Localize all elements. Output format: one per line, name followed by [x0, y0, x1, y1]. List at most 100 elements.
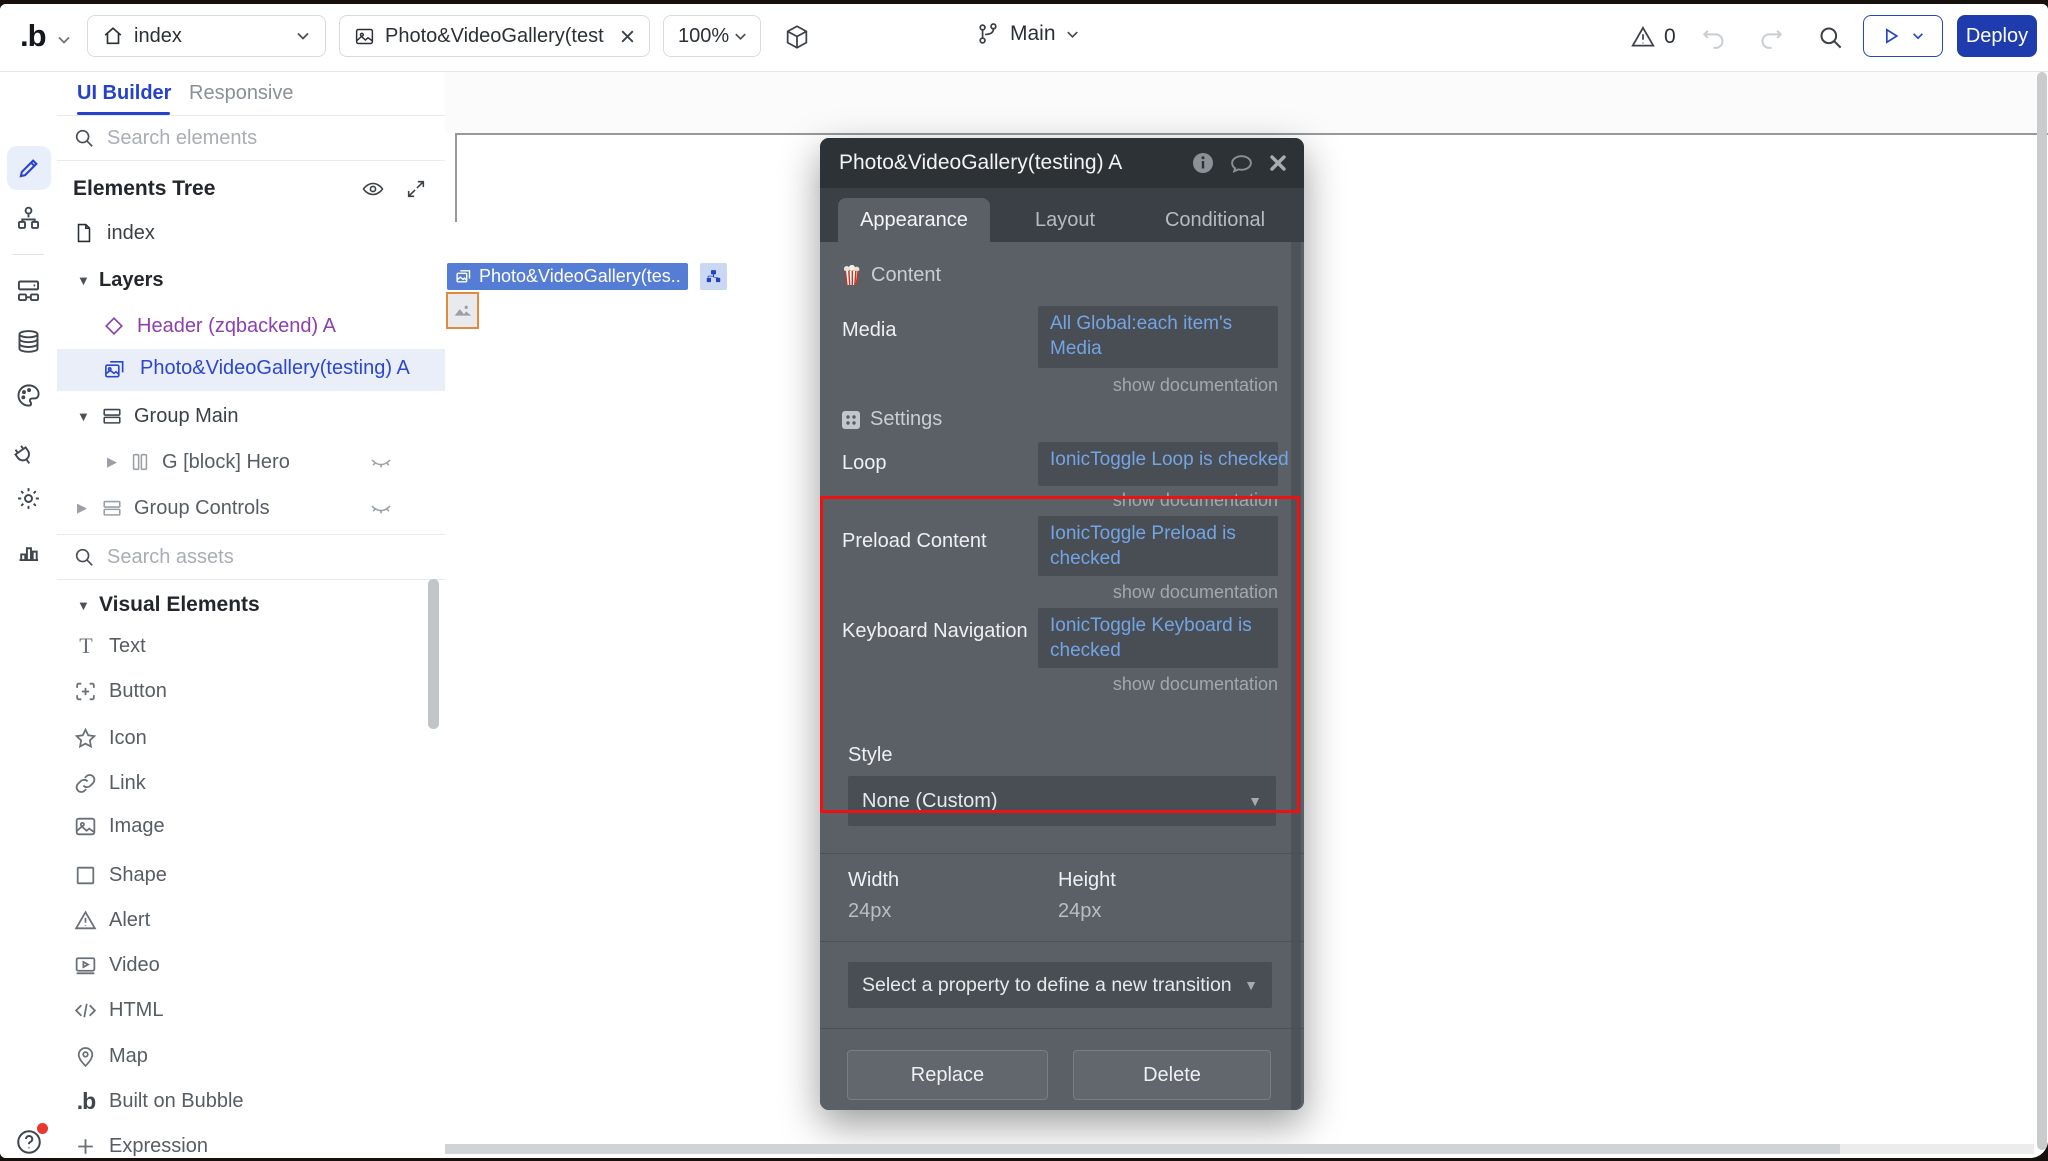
- loop-value-field[interactable]: IonicToggle Loop is checked: [1038, 442, 1278, 486]
- rail-logs-tab[interactable]: [0, 537, 57, 564]
- popup-body: Content Media All Global:each item's Med…: [820, 242, 1304, 1110]
- tab-ui-builder[interactable]: UI Builder: [77, 82, 171, 105]
- media-doc-link[interactable]: show documentation: [1038, 375, 1278, 396]
- asset-item-html[interactable]: HTML: [57, 989, 445, 1031]
- asset-item-built-on-bubble[interactable]: .b Built on Bubble: [57, 1080, 445, 1122]
- popup-tab-label: Appearance: [860, 209, 968, 232]
- help-icon: [14, 1127, 44, 1157]
- tree-item-gallery-selected[interactable]: Photo&VideoGallery(testing) A: [57, 349, 445, 391]
- asset-item-expression[interactable]: Expression: [57, 1125, 445, 1158]
- branch-selector[interactable]: Main: [975, 21, 1080, 47]
- shape-icon: [73, 863, 98, 888]
- divider: [820, 941, 1304, 942]
- tree-item-index[interactable]: index: [57, 212, 445, 254]
- canvas-margin-area: [445, 72, 2048, 133]
- image-icon: [73, 814, 98, 839]
- asset-item-link[interactable]: Link: [57, 762, 445, 804]
- tab-responsive[interactable]: Responsive: [189, 82, 294, 105]
- asset-item-icon[interactable]: Icon: [57, 717, 445, 759]
- undo-button[interactable]: [1700, 24, 1727, 51]
- rail-design-tab[interactable]: [7, 146, 51, 190]
- asset-item-text[interactable]: T Text: [57, 625, 445, 667]
- close-icon[interactable]: [1268, 153, 1288, 173]
- popup-header[interactable]: Photo&VideoGallery(testing) A: [820, 138, 1304, 188]
- rail-help-button[interactable]: [0, 1127, 57, 1157]
- selected-element-badge[interactable]: Photo&VideoGallery(tes...: [447, 263, 688, 290]
- popup-tab-label: Layout: [1035, 209, 1095, 232]
- transition-dropdown[interactable]: Select a property to define a new transi…: [848, 962, 1272, 1008]
- layers-label: Layers: [99, 269, 164, 292]
- rail-data-tab[interactable]: [0, 328, 57, 355]
- popup-tab-appearance[interactable]: Appearance: [838, 198, 990, 242]
- bubble-logo[interactable]: .b: [20, 18, 46, 54]
- popup-tab-label: Conditional: [1165, 209, 1265, 232]
- media-value-field[interactable]: All Global:each item's Media: [1038, 306, 1278, 368]
- search-elements-input[interactable]: [105, 126, 389, 151]
- group-rows-icon: [101, 497, 123, 519]
- search-button[interactable]: [1817, 24, 1844, 51]
- rail-settings-tab[interactable]: [0, 485, 57, 512]
- element-tab[interactable]: Photo&VideoGallery(testin...: [339, 15, 650, 57]
- preview-button[interactable]: [1863, 15, 1943, 57]
- asset-item-image[interactable]: Image: [57, 805, 445, 847]
- tree-item-block-hero[interactable]: ▶ G [block] Hero: [57, 441, 445, 483]
- asset-item-label: Built on Bubble: [109, 1090, 244, 1113]
- loop-label: Loop: [842, 452, 887, 475]
- page-dropdown[interactable]: index: [87, 15, 326, 57]
- tree-item-block-hero-label: G [block] Hero: [162, 451, 290, 474]
- canvas-horizontal-scrollbar[interactable]: [445, 1144, 1840, 1154]
- org-chart-icon: [15, 205, 42, 232]
- asset-item-video[interactable]: Video: [57, 944, 445, 986]
- gallery-element-placeholder[interactable]: [446, 292, 479, 329]
- delete-button-label: Delete: [1143, 1064, 1201, 1087]
- asset-item-alert[interactable]: Alert: [57, 899, 445, 941]
- expand-panel-icon[interactable]: [405, 178, 427, 200]
- html-code-icon: [73, 998, 98, 1023]
- issues-indicator[interactable]: 0: [1630, 24, 1676, 50]
- gear-icon: [15, 485, 42, 512]
- popup-tab-conditional[interactable]: Conditional: [1140, 198, 1290, 242]
- visual-elements-header[interactable]: ▼ Visual Elements: [57, 584, 445, 626]
- tree-group-layers[interactable]: ▼ Layers: [57, 259, 445, 301]
- popup-tab-layout[interactable]: Layout: [1000, 198, 1130, 242]
- rail-plugins-tab[interactable]: [0, 433, 57, 460]
- eye-closed-icon[interactable]: [369, 496, 393, 520]
- window-vertical-scrollbar[interactable]: [2037, 72, 2047, 1150]
- info-icon[interactable]: [1191, 151, 1215, 175]
- asset-item-button[interactable]: Button: [57, 670, 445, 712]
- app-window: .b index Photo&VideoGallery(testin... 10: [0, 4, 2048, 1158]
- link-icon: [73, 771, 98, 796]
- panel-scrollbar[interactable]: [428, 579, 439, 729]
- rail-workflow-tab[interactable]: [0, 205, 57, 232]
- eye-closed-icon[interactable]: [369, 450, 393, 474]
- rail-styles-tab[interactable]: [0, 382, 57, 409]
- asset-item-label: Video: [109, 954, 160, 977]
- bar-chart-icon: [15, 537, 42, 564]
- active-tab-underline: [77, 112, 170, 115]
- delete-button[interactable]: Delete: [1073, 1050, 1271, 1100]
- asset-item-shape[interactable]: Shape: [57, 854, 445, 896]
- zoom-chevron-icon: [733, 29, 748, 44]
- media-value: All Global:each item's Media: [1050, 313, 1232, 359]
- tree-group-controls[interactable]: ▶ Group Controls: [57, 487, 445, 529]
- asset-item-map[interactable]: Map: [57, 1035, 445, 1077]
- redo-button[interactable]: [1758, 24, 1785, 51]
- tree-item-header-reusable[interactable]: Header (zqbackend) A: [57, 305, 445, 347]
- dropdown-caret-icon: ▼: [1244, 977, 1258, 993]
- zoom-dropdown[interactable]: 100%: [663, 15, 761, 57]
- replace-button[interactable]: Replace: [847, 1050, 1048, 1100]
- rail-divider: [13, 254, 44, 255]
- element-tab-close-icon[interactable]: [619, 28, 636, 45]
- settings-highlight-box: [820, 496, 1300, 813]
- comment-icon[interactable]: [1229, 151, 1254, 176]
- deploy-button[interactable]: Deploy: [1957, 15, 2037, 57]
- left-panel: UI Builder Responsive Elements Tree: [57, 72, 446, 1158]
- component-cube-icon[interactable]: [783, 23, 811, 51]
- rail-components-tab[interactable]: [0, 277, 57, 304]
- search-assets-input[interactable]: [105, 545, 389, 570]
- element-tree-shortcut-button[interactable]: [700, 263, 727, 290]
- logo-chevron-down-icon[interactable]: [56, 32, 72, 48]
- tree-group-main[interactable]: ▼ Group Main: [57, 395, 445, 437]
- eye-icon[interactable]: [361, 177, 385, 201]
- tree-item-index-label: index: [107, 222, 155, 245]
